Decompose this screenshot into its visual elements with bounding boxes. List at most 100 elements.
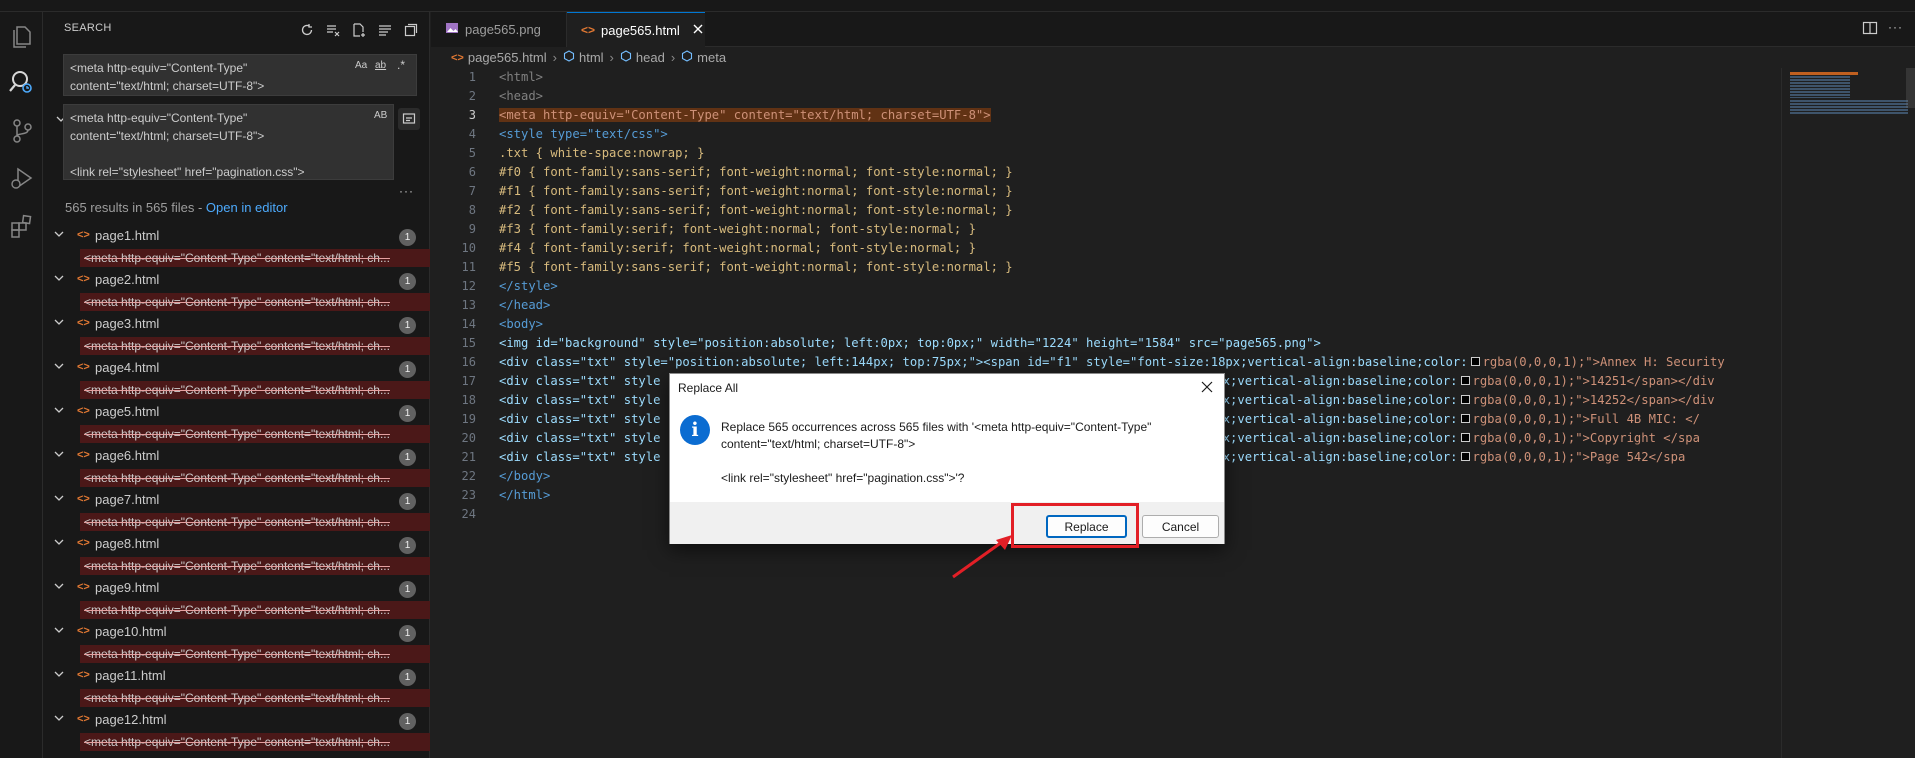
code-text: rgba(0,0,0,1);">14251</span></div — [1472, 374, 1715, 388]
result-match-line[interactable]: <meta http-equiv="Content-Type" content=… — [80, 293, 430, 311]
close-icon[interactable] — [1198, 378, 1216, 396]
code-text: <div class="txt" style — [499, 412, 661, 426]
more-actions-icon[interactable]: ··· — [399, 184, 414, 198]
tab-page565-png[interactable]: page565.png — [431, 12, 567, 47]
extensions-icon[interactable] — [8, 212, 36, 240]
search-sidebar: SEARCH <meta http-equiv="Content-Type" c… — [43, 12, 430, 758]
code-text: <div class="txt" style="position:absolut… — [499, 355, 1468, 369]
preserve-case-toggle[interactable]: AB — [374, 110, 387, 121]
tab-page565-html[interactable]: <> page565.html — [567, 12, 705, 47]
code-line: <body> — [499, 315, 543, 334]
result-match-line[interactable]: <meta http-equiv="Content-Type" content=… — [80, 733, 430, 751]
result-match-line[interactable]: <meta http-equiv="Content-Type" content=… — [80, 601, 430, 619]
image-file-icon — [445, 21, 459, 38]
line-number: 6 — [468, 165, 476, 179]
chevron-down-icon[interactable] — [53, 360, 65, 375]
sidebar-title: SEARCH — [64, 22, 112, 34]
explorer-icon[interactable] — [8, 22, 36, 50]
chevron-down-icon[interactable] — [53, 580, 65, 595]
breadcrumb-item[interactable]: html — [579, 50, 604, 65]
result-match-line[interactable]: <meta http-equiv="Content-Type" content=… — [80, 645, 430, 663]
result-file-row[interactable]: <> page2.html 1 — [43, 269, 430, 291]
chevron-down-icon[interactable] — [53, 624, 65, 639]
result-match-line[interactable]: <meta http-equiv="Content-Type" content=… — [80, 513, 430, 531]
breadcrumb-item[interactable]: meta — [697, 50, 726, 65]
new-search-editor-icon[interactable] — [349, 20, 369, 40]
result-file-row[interactable]: <> page4.html 1 — [43, 357, 430, 379]
code-line: #f3 { font-family:serif; font-weight:nor… — [499, 220, 976, 239]
result-file-row[interactable]: <> page10.html 1 — [43, 621, 430, 643]
clear-results-icon[interactable] — [323, 20, 343, 40]
code-line: <head> — [499, 87, 543, 106]
minimap[interactable] — [1781, 68, 1915, 758]
result-file-name: page1.html — [95, 228, 160, 243]
code-text: </style> — [499, 279, 558, 293]
match-case-toggle[interactable]: Aa — [355, 60, 367, 71]
result-file-row[interactable]: <> page1.html 1 — [43, 225, 430, 247]
breadcrumb-item[interactable]: head — [636, 50, 665, 65]
regex-toggle[interactable]: .* — [397, 58, 405, 72]
code-line: </html> — [499, 486, 550, 505]
result-match-line[interactable]: <meta http-equiv="Content-Type" content=… — [80, 469, 430, 487]
tab-label: page565.png — [465, 22, 541, 37]
refresh-icon[interactable] — [297, 20, 317, 40]
result-file-row[interactable]: <> page7.html 1 — [43, 489, 430, 511]
search-icon[interactable] — [8, 68, 36, 96]
result-file-row[interactable]: <> page11.html 1 — [43, 665, 430, 687]
result-file-row[interactable]: <> page8.html 1 — [43, 533, 430, 555]
result-file-row[interactable]: <> page9.html 1 — [43, 577, 430, 599]
chevron-down-icon[interactable] — [53, 492, 65, 507]
result-count-badge: 1 — [399, 405, 416, 422]
scrollbar-thumb[interactable] — [1906, 68, 1915, 108]
replace-all-icon[interactable] — [398, 108, 420, 130]
chevron-down-icon[interactable] — [53, 448, 65, 463]
code-line: </style> — [499, 277, 558, 296]
breadcrumb-item[interactable]: page565.html — [468, 50, 547, 65]
chevron-down-icon[interactable] — [53, 316, 65, 331]
result-file-name: page7.html — [95, 492, 160, 507]
line-number: 19 — [461, 412, 476, 426]
code-text: #f2 { font-family:sans-serif; font-weigh… — [499, 203, 1013, 217]
result-match-line[interactable]: <meta http-equiv="Content-Type" content=… — [80, 337, 430, 355]
code-line: <div class="txt" style="position:absolut… — [499, 353, 1725, 372]
result-file-row[interactable]: <> page12.html 1 — [43, 709, 430, 731]
code-line: </head> — [499, 296, 550, 315]
result-match-line[interactable]: <meta http-equiv="Content-Type" content=… — [80, 689, 430, 707]
html-file-icon: <> — [77, 449, 90, 461]
replace-all-dialog: Replace All i Replace 565 occurrences ac… — [669, 373, 1225, 544]
cancel-button[interactable]: Cancel — [1142, 515, 1219, 538]
chevron-down-icon[interactable] — [53, 712, 65, 727]
result-match-line[interactable]: <meta http-equiv="Content-Type" content=… — [80, 425, 430, 443]
code-line-tail: size:18px;vertical-align:baseline;color:… — [1164, 448, 1685, 467]
line-number: 18 — [461, 393, 476, 407]
result-file-name: page8.html — [95, 536, 160, 551]
title-bar-strip — [0, 0, 1915, 12]
run-debug-icon[interactable] — [8, 164, 36, 192]
collapse-all-icon[interactable] — [375, 20, 395, 40]
result-match-line[interactable]: <meta http-equiv="Content-Type" content=… — [80, 249, 430, 267]
code-line: </body> — [499, 467, 550, 486]
result-file-row[interactable]: <> page3.html 1 — [43, 313, 430, 335]
source-control-icon[interactable] — [8, 117, 36, 145]
code-text: rgba(0,0,0,1);">Page 542</spa — [1472, 450, 1686, 464]
html-file-icon: <> — [77, 581, 90, 593]
open-in-editor-link[interactable]: Open in editor — [206, 200, 288, 215]
line-number: 24 — [461, 507, 476, 521]
result-match-line[interactable]: <meta http-equiv="Content-Type" content=… — [80, 557, 430, 575]
chevron-down-icon[interactable] — [53, 536, 65, 551]
result-file-row[interactable]: <> page5.html 1 — [43, 401, 430, 423]
code-line: <div class="txt" style — [499, 448, 660, 467]
replace-input[interactable]: <meta http-equiv="Content-Type" content=… — [63, 104, 394, 180]
result-match-line[interactable]: <meta http-equiv="Content-Type" content=… — [80, 381, 430, 399]
code-text: #f3 { font-family:serif; font-weight:nor… — [499, 222, 976, 236]
match-word-toggle[interactable]: ab — [375, 60, 386, 71]
split-editor-icon[interactable] — [1862, 20, 1878, 39]
chevron-down-icon[interactable] — [53, 272, 65, 287]
view-as-tree-icon[interactable] — [401, 20, 421, 40]
chevron-down-icon[interactable] — [53, 404, 65, 419]
chevron-down-icon[interactable] — [53, 668, 65, 683]
result-file-row[interactable]: <> page6.html 1 — [43, 445, 430, 467]
more-actions-icon[interactable]: ··· — [1888, 20, 1903, 39]
close-icon[interactable] — [692, 23, 704, 38]
chevron-down-icon[interactable] — [53, 228, 65, 243]
